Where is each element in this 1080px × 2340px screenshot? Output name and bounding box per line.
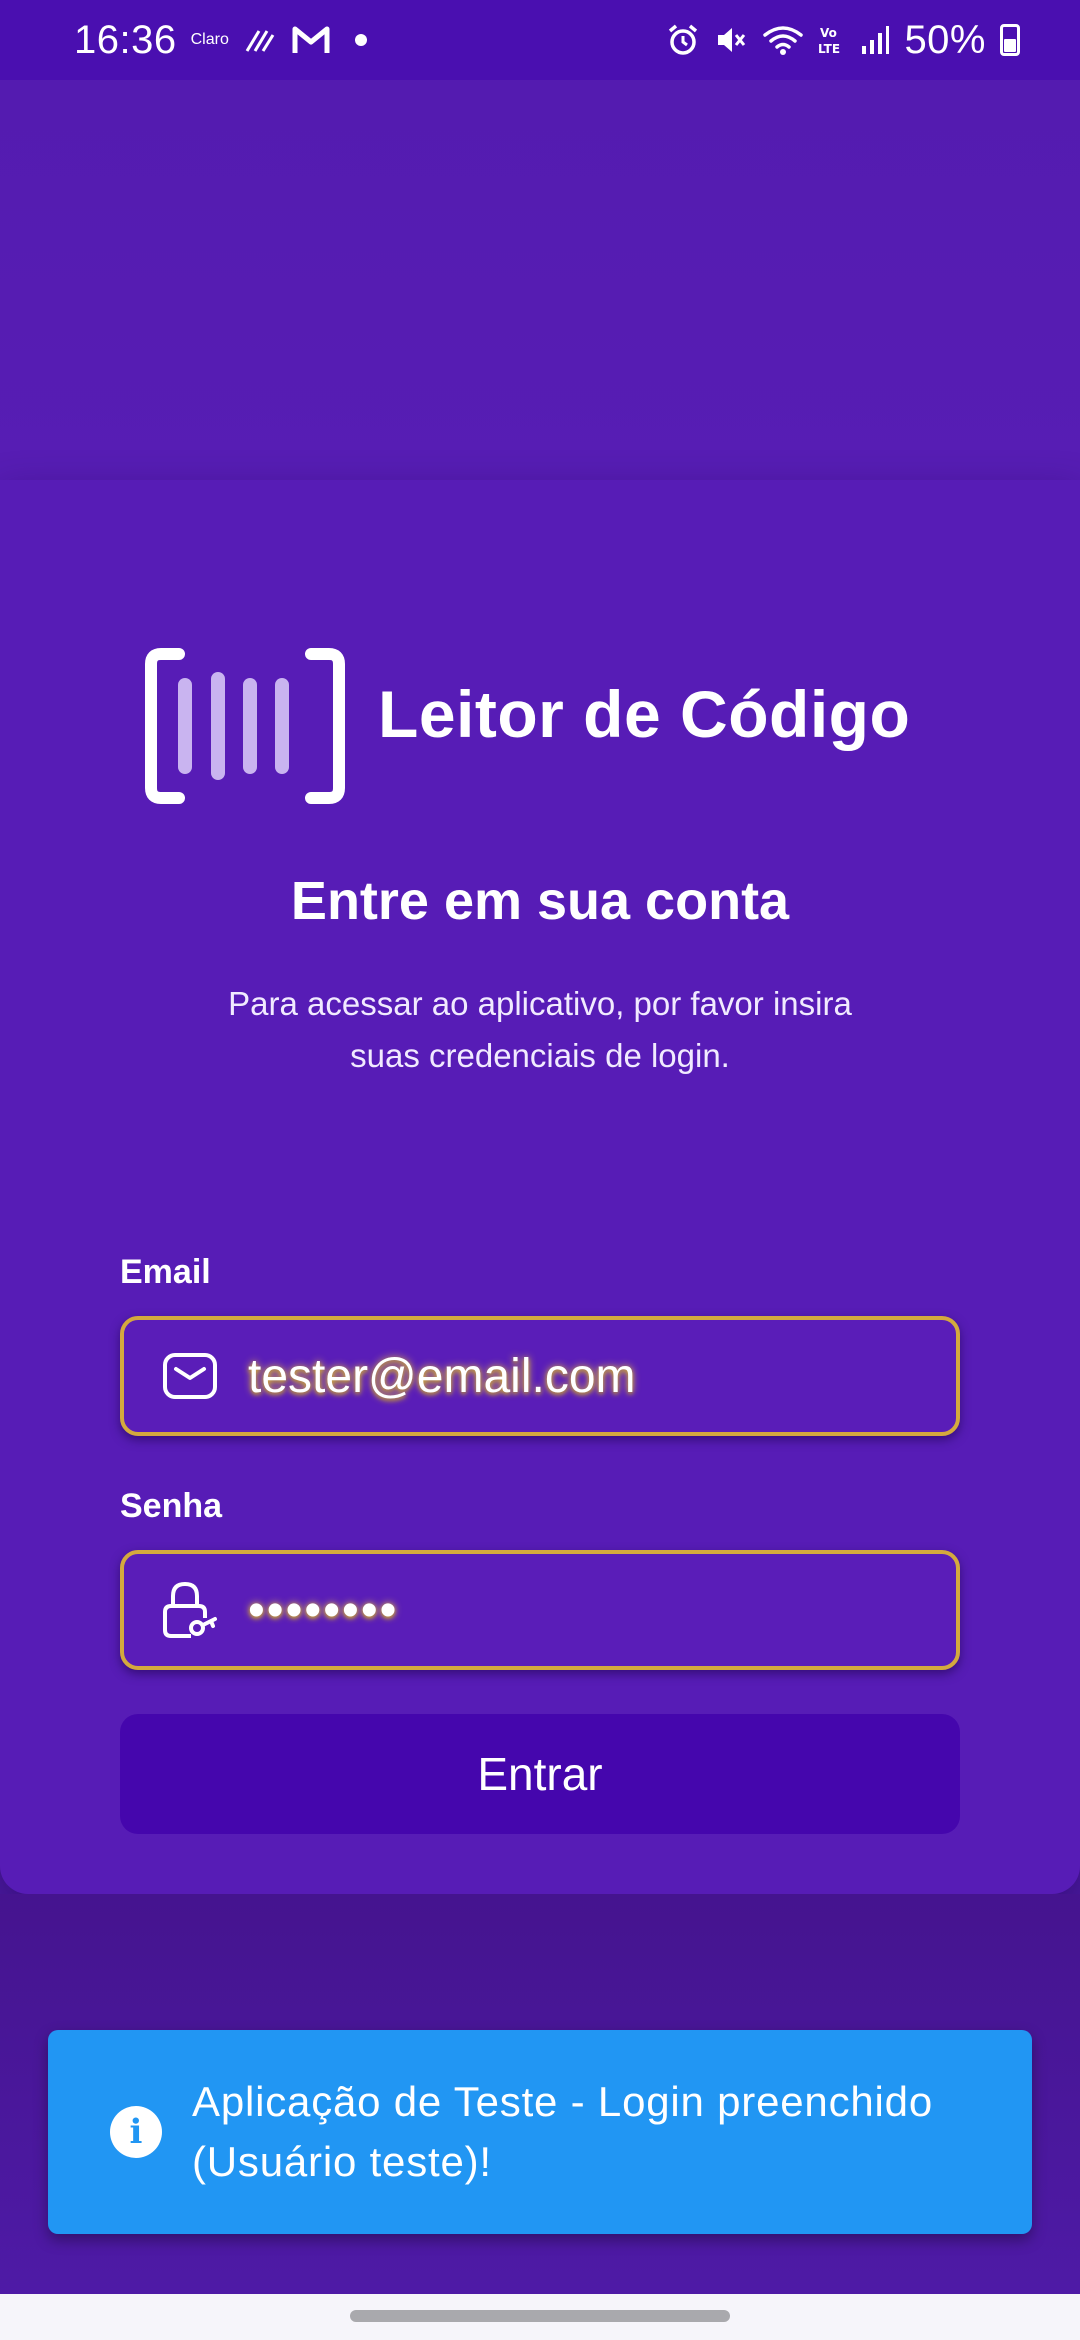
signal-icon <box>860 24 890 56</box>
password-value: •••••••• <box>248 1583 399 1637</box>
navigation-bar <box>0 2294 1080 2340</box>
barcode-scanner-icon <box>145 648 345 804</box>
email-field[interactable]: tester@email.com <box>120 1316 960 1436</box>
submit-button[interactable]: Entrar <box>120 1714 960 1834</box>
status-bar-left: 16:36 Claro <box>74 18 367 63</box>
status-bar-right: Vo LTE 50% <box>666 18 1020 63</box>
svg-text:Vo: Vo <box>820 26 837 40</box>
email-label: Email <box>120 1253 211 1291</box>
svg-text:LTE: LTE <box>818 42 840 56</box>
wifi-icon <box>762 23 804 57</box>
notification-dot-icon <box>354 34 367 46</box>
page-title: Entre em sua conta <box>290 871 790 931</box>
email-value: tester@email.com <box>248 1349 636 1403</box>
battery-icon <box>1000 24 1020 56</box>
header-background <box>0 80 1080 480</box>
alarm-icon <box>666 23 700 57</box>
page-subtitle: Para acessar ao aplicativo, por favor in… <box>228 985 852 1074</box>
status-time: 16:36 <box>74 17 177 62</box>
home-handle[interactable] <box>350 2310 730 2322</box>
status-bar: 16:36 Claro Vo LTE 50% <box>0 0 1080 80</box>
mail-icon <box>160 1346 220 1406</box>
info-icon: i <box>110 2106 162 2158</box>
mute-icon <box>714 23 748 57</box>
info-toast[interactable]: i Aplicação de Teste - Login preenchido … <box>48 2030 1032 2234</box>
lock-key-icon <box>160 1580 220 1640</box>
gmail-icon <box>291 25 331 55</box>
wifi-calling-icon <box>243 25 277 55</box>
app-name: Leitor de Código <box>378 677 911 751</box>
carrier-label: Claro <box>190 31 229 48</box>
password-field[interactable]: •••••••• <box>120 1550 960 1670</box>
battery-percent: 50% <box>904 17 986 62</box>
password-label: Senha <box>120 1487 223 1525</box>
toast-message: Aplicação de Teste - Login preenchido (U… <box>192 2078 933 2185</box>
volte-icon: Vo LTE <box>818 23 846 57</box>
